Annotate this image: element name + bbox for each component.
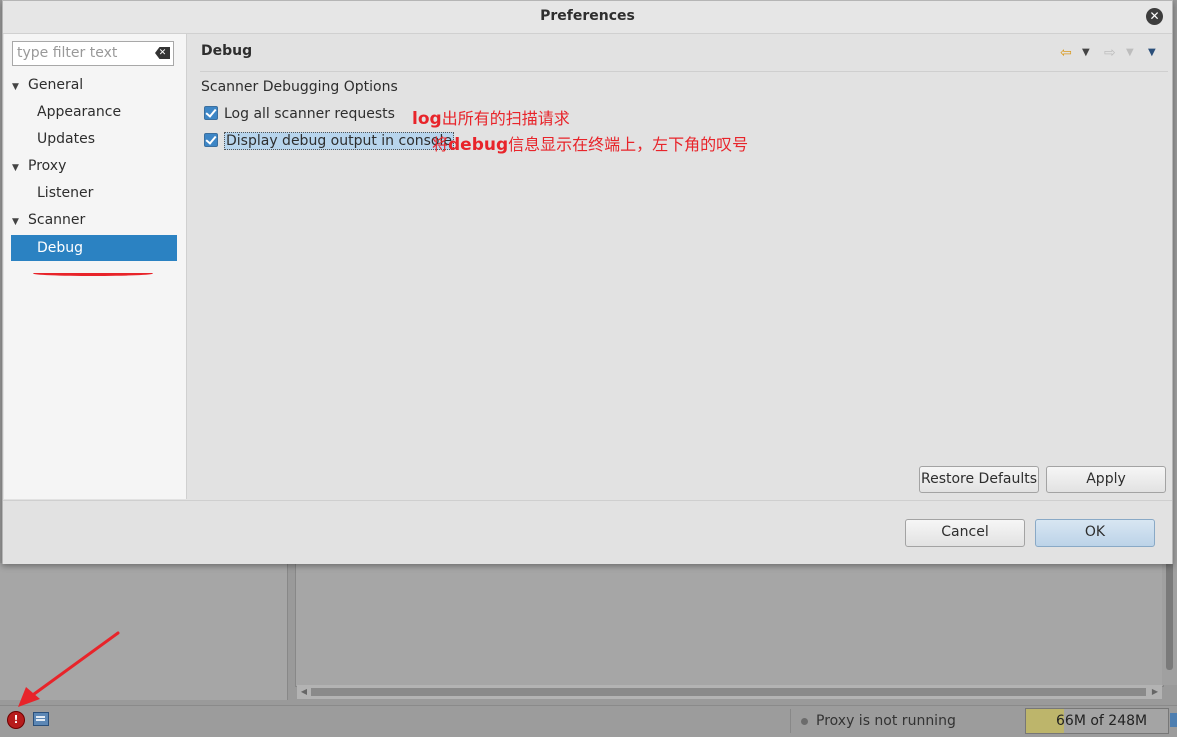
page-title: Debug (201, 43, 253, 59)
dialog-titlebar[interactable]: Preferences ✕ (3, 1, 1172, 34)
proxy-status: Proxy is not running (790, 709, 1021, 733)
proxy-status-text: Proxy is not running (816, 713, 956, 729)
tree-item-debug[interactable]: Debug (11, 235, 177, 261)
tree-item-label: Debug (37, 240, 84, 256)
tree-item-listener[interactable]: Listener (4, 180, 177, 206)
view-menu-icon[interactable]: ▼ (1148, 44, 1156, 62)
back-menu-icon[interactable]: ▼ (1082, 44, 1090, 62)
preferences-nav: ✕ ▼General Appearance Updates ▼Proxy Lis… (4, 34, 187, 499)
annotation-text: 出所有的扫描请求 (441, 109, 570, 128)
tree-item-general[interactable]: ▼ General (4, 72, 83, 98)
clear-filter-icon[interactable]: ✕ (155, 47, 170, 59)
forward-menu-icon[interactable]: ▼ (1126, 44, 1134, 62)
history-toolbar: ⇦ ▼ ⇨ ▼ ▼ (1056, 44, 1166, 62)
annotation-latin: log (412, 109, 442, 129)
scroll-left-icon[interactable]: ◀ (297, 685, 311, 699)
filter-field[interactable]: ✕ (12, 41, 174, 66)
annotation-note-2: 将debug信息显示在终端上，左下角的叹号 (432, 131, 748, 155)
close-icon[interactable]: ✕ (1146, 8, 1163, 25)
option-debug-console[interactable]: Display debug output in console (204, 130, 454, 152)
tree-item-label: Appearance (37, 104, 122, 120)
tree-item-proxy[interactable]: ▼ Proxy (4, 153, 66, 179)
options-group-label: Scanner Debugging Options (201, 79, 398, 95)
preferences-dialog: Preferences ✕ ✕ ▼General Appearance Upda… (2, 0, 1173, 564)
apply-button[interactable]: Apply (1046, 466, 1166, 493)
option-label: Log all scanner requests (224, 106, 395, 122)
tree-item-label: General (28, 77, 84, 93)
tree-item-label: Updates (37, 131, 95, 147)
checkbox-debug-console[interactable] (204, 133, 218, 147)
dialog-title: Preferences (540, 8, 635, 24)
tree-item-updates[interactable]: Updates (4, 126, 177, 152)
ok-button[interactable]: OK (1035, 519, 1155, 547)
tree-item-label: Listener (37, 185, 94, 201)
tree-item-scanner[interactable]: ▼ Scanner (4, 207, 85, 233)
restore-defaults-button[interactable]: Restore Defaults (919, 466, 1039, 493)
cancel-button[interactable]: Cancel (905, 519, 1025, 547)
expand-arrow-icon[interactable]: ▼ (12, 209, 28, 235)
scroll-thumb[interactable] (311, 688, 1146, 696)
garbage-collect-icon[interactable] (1170, 713, 1177, 727)
tree-item-label: Scanner (28, 212, 86, 228)
annotation-note-1: log出所有的扫描请求 (412, 105, 570, 129)
dialog-button-bar: Cancel OK (3, 500, 1172, 564)
proxy-status-dot-icon (801, 717, 808, 725)
annotation-underline (33, 271, 153, 276)
annotation-text: 信息显示在终端上，左下角的叹号 (508, 135, 749, 154)
tree-item-appearance[interactable]: Appearance (4, 99, 177, 125)
annotation-arrow (18, 631, 120, 707)
background-editor-pane (295, 563, 1164, 687)
preference-page: Debug ⇦ ▼ ⇨ ▼ ▼ Scanner Debugging Option… (188, 34, 1172, 499)
annotation-text: 将 (432, 135, 449, 154)
scroll-right-icon[interactable]: ▶ (1148, 685, 1162, 699)
annotation-latin: debug (448, 135, 509, 155)
expand-arrow-icon[interactable]: ▼ (12, 74, 28, 100)
filter-input[interactable] (17, 45, 147, 61)
checkbox-log-requests[interactable] (204, 106, 218, 120)
memory-text: 66M of 248M (1056, 713, 1148, 729)
option-log-requests[interactable]: Log all scanner requests (204, 103, 395, 125)
back-arrow-icon[interactable]: ⇦ (1060, 44, 1072, 62)
horizontal-scrollbar[interactable]: ◀ ▶ (297, 685, 1162, 699)
expand-arrow-icon[interactable]: ▼ (12, 155, 28, 181)
forward-arrow-icon[interactable]: ⇨ (1104, 44, 1116, 62)
status-bar: ! Proxy is not running 66M of 248M (0, 705, 1177, 737)
option-label: Display debug output in console (224, 132, 454, 150)
tree-item-label: Proxy (28, 158, 67, 174)
title-separator (200, 71, 1168, 72)
memory-indicator[interactable]: 66M of 248M (1025, 708, 1169, 734)
